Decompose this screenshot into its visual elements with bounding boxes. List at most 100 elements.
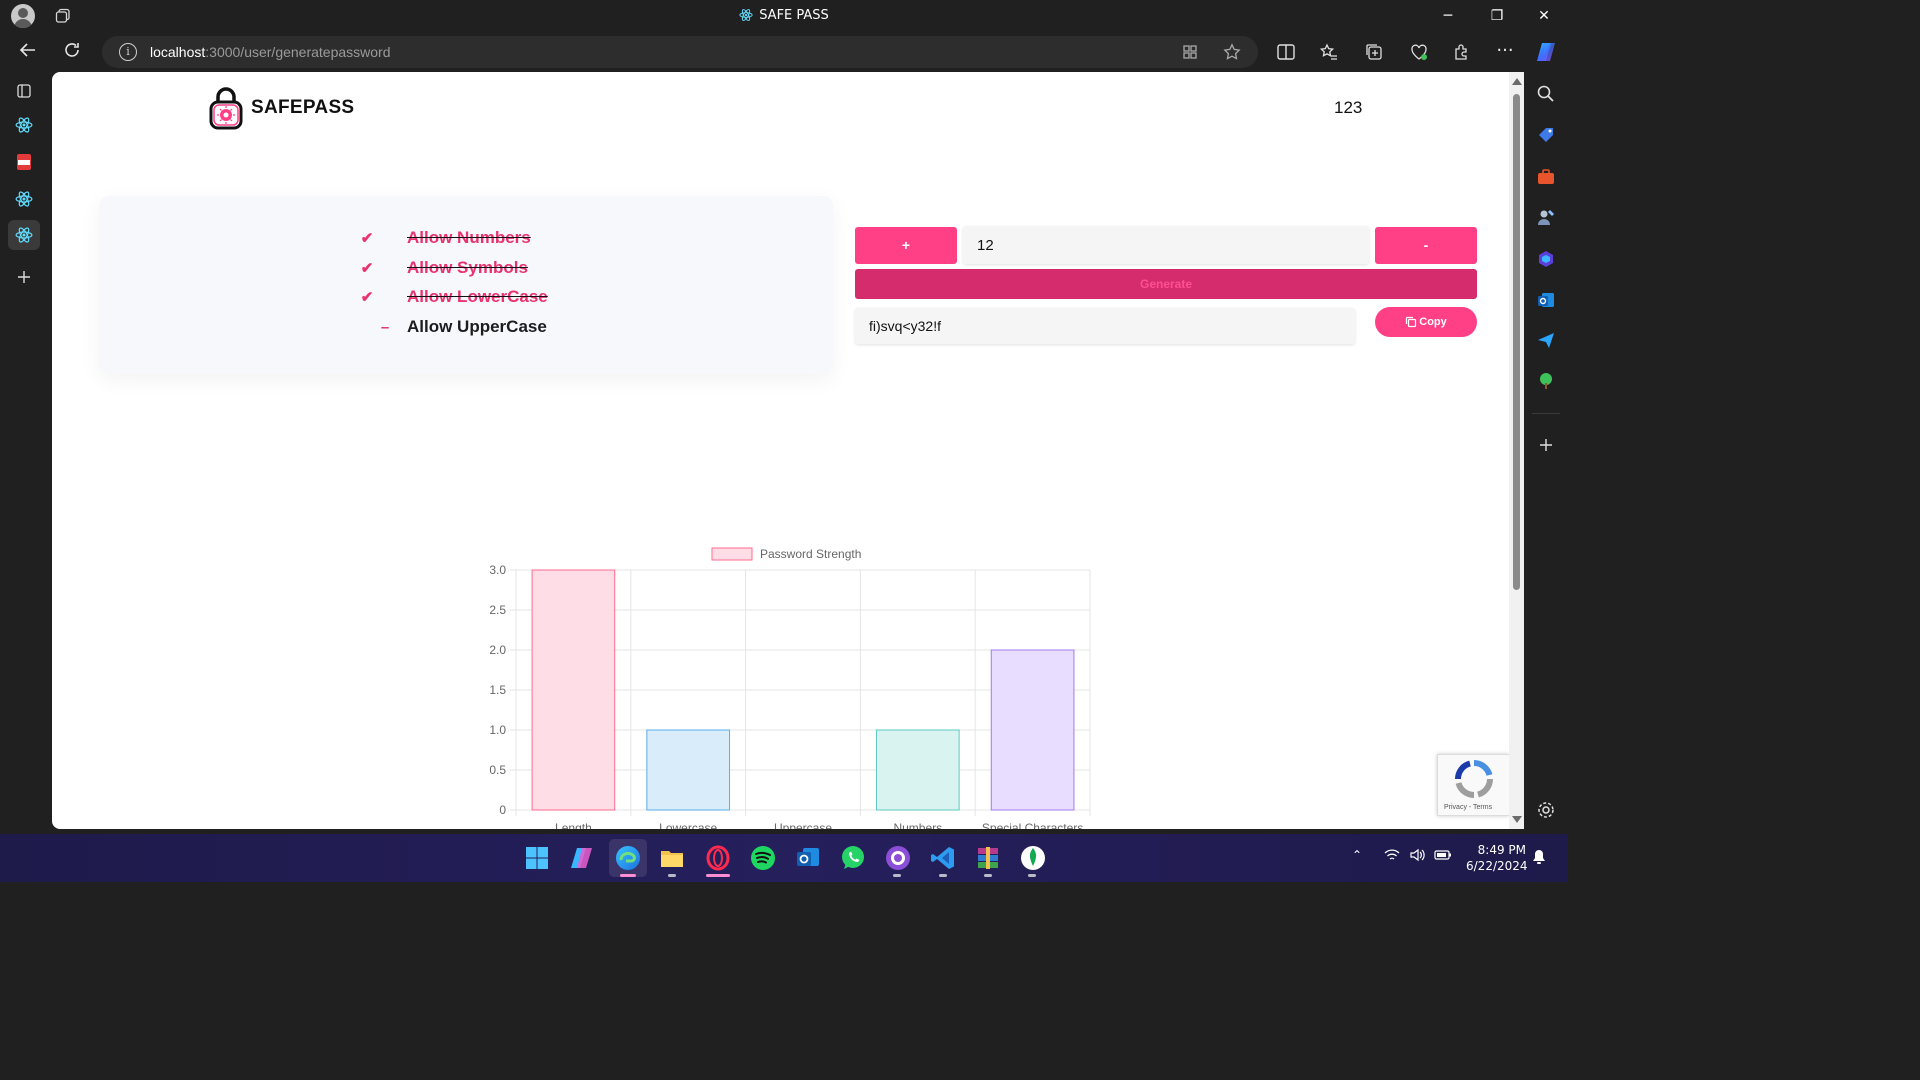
tree-icon[interactable] <box>1536 371 1556 391</box>
back-button[interactable] <box>16 40 40 64</box>
react-logo-icon <box>739 9 753 21</box>
volume-icon[interactable] <box>1409 848 1425 862</box>
x-tick-label: Uppercase <box>774 821 832 829</box>
page-viewport: SAFEPASS 123 ✔ Allow Numbers ✔ Allow Sym… <box>52 72 1509 829</box>
windows-start-icon[interactable] <box>523 844 551 872</box>
option-allow-symbols[interactable]: ✔ Allow Symbols <box>357 257 528 279</box>
edge-running-indicator <box>620 874 636 877</box>
more-options-icon[interactable]: ··· <box>1493 39 1517 63</box>
decrement-length-button[interactable]: - <box>1375 227 1477 264</box>
apps-icon[interactable] <box>1182 44 1198 60</box>
show-hidden-icons-chevron-icon[interactable]: ⌃ <box>1352 848 1362 862</box>
browser-toolbar: i localhost:3000/user/generatepassword ·… <box>0 32 1568 72</box>
add-sidebar-app-icon[interactable] <box>1536 435 1556 455</box>
url-text[interactable]: localhost:3000/user/generatepassword <box>150 44 391 60</box>
y-tick-label: 2.5 <box>489 603 506 617</box>
tab-react-app-1[interactable] <box>8 110 40 140</box>
winrar-icon[interactable] <box>974 844 1002 872</box>
brand-name: SAFEPASS <box>251 97 355 118</box>
padlock-logo-icon <box>209 87 243 130</box>
title-bar: SAFE PASS ─ ❐ ✕ <box>0 0 1568 32</box>
winrar-running-indicator <box>984 874 992 877</box>
generate-button[interactable]: Generate <box>855 269 1477 299</box>
new-tab-button[interactable] <box>8 262 40 292</box>
length-input[interactable] <box>963 226 1369 264</box>
browser-essentials-icon[interactable] <box>1410 43 1428 61</box>
vertical-tabs-bar <box>0 72 52 834</box>
check-icon: ✔ <box>360 289 374 306</box>
microsoft-365-icon[interactable] <box>1536 249 1556 269</box>
favorite-star-icon[interactable] <box>1223 43 1241 61</box>
scroll-down-arrow-icon[interactable] <box>1512 816 1522 823</box>
search-icon[interactable] <box>1536 84 1556 104</box>
copy-button[interactable]: Copy <box>1375 307 1477 337</box>
maximize-button[interactable]: ❐ <box>1485 4 1509 28</box>
option-label: Allow LowerCase <box>407 287 548 306</box>
dash-icon: – <box>380 318 390 336</box>
react-tab-icon <box>15 191 33 207</box>
send-icon[interactable] <box>1536 330 1556 350</box>
increment-length-button[interactable]: + <box>855 227 957 264</box>
tab-panel-icon <box>17 84 31 98</box>
extensions-icon[interactable] <box>1453 43 1471 61</box>
scrollbar-thumb[interactable] <box>1513 94 1520 590</box>
tools-icon[interactable] <box>1536 167 1556 187</box>
option-allow-lowercase[interactable]: ✔ Allow LowerCase <box>357 286 548 308</box>
y-tick-label: 1.5 <box>489 683 506 697</box>
settings-gear-icon[interactable] <box>1536 800 1556 820</box>
page-scrollbar[interactable] <box>1509 72 1524 829</box>
outlook-new-icon[interactable] <box>794 844 822 872</box>
outlook-icon[interactable] <box>1536 290 1556 310</box>
check-icon: ✔ <box>360 230 374 247</box>
option-label: Allow Symbols <box>407 258 528 277</box>
mongodb-running-indicator <box>1028 874 1036 877</box>
tab-react-app-2[interactable] <box>8 184 40 214</box>
whatsapp-icon[interactable] <box>839 844 867 872</box>
tab-actions-button[interactable] <box>8 76 40 106</box>
tab-pdf[interactable] <box>8 147 40 177</box>
bar-lowercase <box>646 729 731 811</box>
minimize-button[interactable]: ─ <box>1436 4 1460 28</box>
vscode-icon[interactable] <box>929 844 957 872</box>
x-tick-label: Numbers <box>893 821 942 829</box>
generated-password-field[interactable]: fi)svq<y32!f <box>855 308 1355 344</box>
x-tick-label: Lowercase <box>659 821 717 829</box>
split-screen-icon[interactable] <box>1277 44 1295 60</box>
file-explorer-icon[interactable] <box>658 844 686 872</box>
tab-safe-pass-active[interactable] <box>8 220 40 250</box>
brand-logo[interactable]: SAFEPASS <box>209 86 354 130</box>
collections-icon[interactable] <box>1365 43 1383 61</box>
system-clock[interactable]: 8:49 PM 6/22/2024 <box>1466 842 1528 874</box>
games-icon[interactable] <box>1536 207 1556 227</box>
github-running-indicator <box>893 874 901 877</box>
edge-taskbar-button[interactable] <box>609 839 647 877</box>
url-host: localhost <box>150 44 206 60</box>
user-count[interactable]: 123 <box>1334 98 1362 118</box>
shopping-tag-icon[interactable] <box>1536 125 1556 145</box>
option-allow-uppercase[interactable]: – Allow UpperCase <box>357 316 547 338</box>
favorites-icon[interactable] <box>1320 43 1338 61</box>
windows-taskbar: ⌃ 8:49 PM 6/22/2024 <box>0 834 1568 882</box>
copilot-icon[interactable] <box>1534 40 1558 64</box>
option-allow-numbers[interactable]: ✔ Allow Numbers <box>357 227 531 249</box>
recaptcha-badge[interactable]: Privacy - Terms <box>1437 754 1509 816</box>
option-label: Allow UpperCase <box>407 317 547 336</box>
mongodb-compass-icon[interactable] <box>1019 844 1047 872</box>
scroll-up-arrow-icon[interactable] <box>1512 78 1522 85</box>
option-label: Allow Numbers <box>407 228 531 247</box>
notifications-bell-icon[interactable] <box>1532 849 1546 865</box>
wifi-icon[interactable] <box>1384 848 1400 862</box>
battery-icon[interactable] <box>1434 848 1452 862</box>
y-tick-label: 2.0 <box>489 643 506 657</box>
close-window-button[interactable]: ✕ <box>1532 4 1556 28</box>
recaptcha-terms[interactable]: Privacy - Terms <box>1444 804 1492 811</box>
address-bar[interactable]: i localhost:3000/user/generatepassword <box>102 36 1258 68</box>
spotify-icon[interactable] <box>749 844 777 872</box>
opera-running-indicator <box>706 874 730 877</box>
opera-gx-icon[interactable] <box>704 844 732 872</box>
password-strength-chart: Password Strength 0 0.5 1.0 1.5 2.0 2.5 3.0 Leng… <box>489 547 1091 829</box>
github-desktop-icon[interactable] <box>884 844 912 872</box>
site-info-icon[interactable]: i <box>119 43 137 61</box>
reload-button[interactable] <box>60 40 84 64</box>
copilot-app-icon[interactable] <box>568 844 596 872</box>
